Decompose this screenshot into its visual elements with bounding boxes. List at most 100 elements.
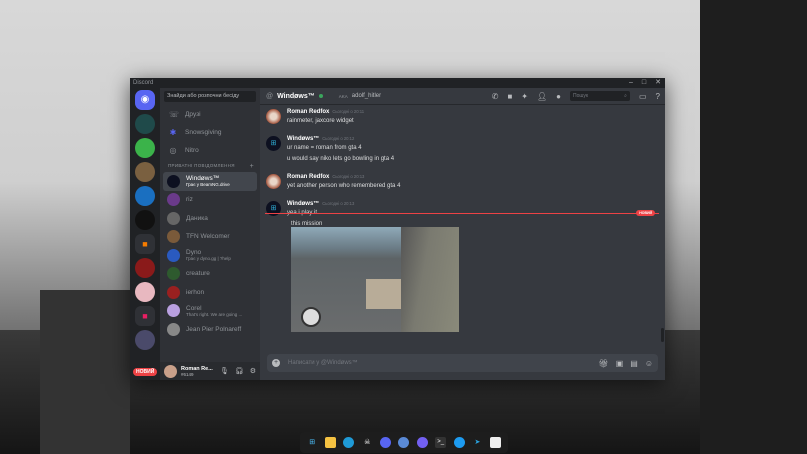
voice-call-icon[interactable]: ✆	[492, 92, 499, 101]
sticker-icon[interactable]: ▤	[630, 359, 638, 368]
pin-icon[interactable]: ✦	[521, 92, 528, 101]
dm-item[interactable]: Windøws™ Грає у BeamNG.drive	[163, 172, 257, 191]
profile-icon[interactable]: ●	[556, 92, 561, 101]
server-icon[interactable]	[135, 258, 155, 278]
timestamp: Сьогодні о 20:13	[332, 174, 365, 179]
username: Roman Re...	[181, 365, 213, 372]
search-input[interactable]: Пошук ⌕	[569, 91, 630, 101]
dm-item[interactable]: riz	[163, 191, 257, 210]
chat-panel: @ Windøws™ AKA adolf_hitler ✆ ■ ✦ 👤︎ ● П…	[260, 88, 665, 380]
recipient-name: Windøws™	[277, 92, 315, 100]
avatar[interactable]: ⊞	[266, 136, 281, 151]
image-attachment[interactable]	[291, 227, 459, 332]
author[interactable]: Windøws™	[287, 201, 319, 207]
server-icon[interactable]	[135, 162, 155, 182]
scrollbar[interactable]	[661, 328, 664, 342]
user-avatar[interactable]	[164, 364, 177, 378]
video-call-icon[interactable]: ■	[507, 92, 512, 101]
avatar[interactable]	[266, 174, 281, 189]
app-title: Discord	[133, 80, 154, 86]
author[interactable]: Roman Redfox	[287, 174, 329, 180]
dm-name: Даника	[186, 214, 208, 222]
dm-name: Jean Pier Polnareff	[186, 325, 242, 333]
server-icon[interactable]	[135, 138, 155, 158]
dm-item[interactable]: Jean Pier Polnareff	[163, 320, 257, 339]
nitro-icon: ◎	[169, 145, 177, 155]
inbox-icon[interactable]: ▭	[639, 92, 647, 101]
aka-name: adolf_hitler	[351, 93, 382, 99]
title-bar: Discord – □ ✕	[130, 78, 665, 88]
author[interactable]: Windøws™	[287, 136, 319, 142]
minimize-button[interactable]: –	[629, 78, 633, 88]
timestamp: Сьогодні о 20:11	[332, 109, 365, 114]
message: ⊞ Windøws™ Сьогодні о 20:12 ur name = roman…	[266, 136, 394, 162]
maximize-button[interactable]: □	[642, 78, 646, 88]
server-icon[interactable]	[135, 330, 155, 350]
dm-status: That's right. We are going ...	[186, 311, 243, 317]
message-input[interactable]: + Написати у @Windøws™ 🎁︎ ▣ ▤ ☺	[267, 354, 658, 372]
taskbar: ⊞ ☠ >_ ➤	[300, 432, 508, 453]
upload-plus-icon[interactable]: +	[272, 359, 280, 367]
close-button[interactable]: ✕	[655, 78, 661, 88]
avatar	[167, 230, 180, 244]
headphones-icon[interactable]: 🎧︎	[235, 367, 244, 375]
discord-taskbar-icon[interactable]	[380, 437, 392, 448]
message-list: Roman Redfox Сьогодні о 20:11 rainmeter, j…	[260, 106, 665, 350]
nav-friends[interactable]: ☏ Друзі	[160, 105, 260, 123]
gif-icon[interactable]: ▣	[616, 359, 624, 368]
alien-app-icon[interactable]: ☠	[362, 437, 373, 448]
store-icon[interactable]	[490, 437, 502, 448]
gift-icon[interactable]: 🎁︎	[599, 359, 609, 368]
file-explorer-icon[interactable]	[325, 437, 337, 448]
message-text: u would say niko lets go bowling in gta …	[287, 156, 395, 162]
server-icon[interactable]	[135, 114, 155, 134]
nav-nitro[interactable]: ◎ Nitro	[160, 141, 260, 159]
dm-item[interactable]: ierhon	[163, 283, 257, 302]
avatar	[167, 211, 180, 225]
online-status-icon	[318, 94, 323, 98]
server-folder-icon[interactable]: ■	[135, 306, 155, 326]
home-button[interactable]: ◉	[135, 90, 155, 110]
dm-name: Corel	[186, 304, 202, 312]
aka-label: AKA	[338, 93, 348, 99]
viber-icon[interactable]	[416, 437, 428, 448]
gear-icon[interactable]: ⚙	[250, 367, 256, 375]
dm-item[interactable]: Dyno Грає у dyno.gg | ?help	[163, 246, 257, 265]
windows-start-icon[interactable]: ⊞	[307, 437, 318, 448]
create-dm-button[interactable]: +	[250, 163, 254, 170]
dm-item[interactable]: creature	[163, 265, 257, 284]
telegram-icon[interactable]: ➤	[472, 437, 483, 448]
discord-logo-icon: ◉	[140, 94, 150, 105]
emoji-icon[interactable]: ☺	[645, 359, 653, 368]
dm-name: ierhon	[186, 288, 205, 296]
dm-item[interactable]: Corel That's right. We are going ...	[163, 302, 257, 321]
discord-window: Discord – □ ✕ ◉ ■ ■ НОВИЙ Знайди або розпо…	[130, 78, 665, 380]
twitter-icon[interactable]	[453, 437, 465, 448]
search-icon: ⌕	[624, 93, 627, 99]
find-conversation-button[interactable]: Знайди або розпочни бесіду	[164, 91, 256, 102]
snowflake-icon: ✱	[169, 127, 177, 137]
author[interactable]: Roman Redfox	[287, 109, 329, 115]
dm-item[interactable]: TFN Welcomer	[163, 228, 257, 247]
new-badge[interactable]: НОВИЙ	[133, 368, 158, 376]
new-messages-label: НОВИЙ	[636, 210, 655, 216]
at-icon: @	[266, 92, 274, 100]
avatar	[167, 174, 180, 188]
dm-name: riz	[186, 196, 193, 204]
avatar	[167, 285, 180, 299]
dm-sidebar: Знайди або розпочни бесіду ☏ Друзі ✱ Snows…	[160, 88, 260, 380]
user-panel: Roman Re... #6149 🎙︎ 🎧︎ ⚙	[160, 362, 260, 380]
nav-snowsgiving[interactable]: ✱ Snowsgiving	[160, 123, 260, 141]
server-icon[interactable]	[135, 186, 155, 206]
app-icon[interactable]	[398, 437, 410, 448]
edge-icon[interactable]	[343, 437, 355, 448]
server-icon[interactable]	[135, 282, 155, 302]
avatar[interactable]	[266, 109, 281, 124]
microphone-icon[interactable]: 🎙︎	[220, 367, 229, 375]
server-icon[interactable]	[135, 210, 155, 230]
dm-item[interactable]: Даника	[163, 209, 257, 228]
terminal-icon[interactable]: >_	[435, 437, 447, 448]
add-friend-icon[interactable]: 👤︎	[537, 92, 547, 101]
server-folder-icon[interactable]: ■	[135, 234, 155, 254]
help-icon[interactable]: ?	[656, 92, 660, 101]
